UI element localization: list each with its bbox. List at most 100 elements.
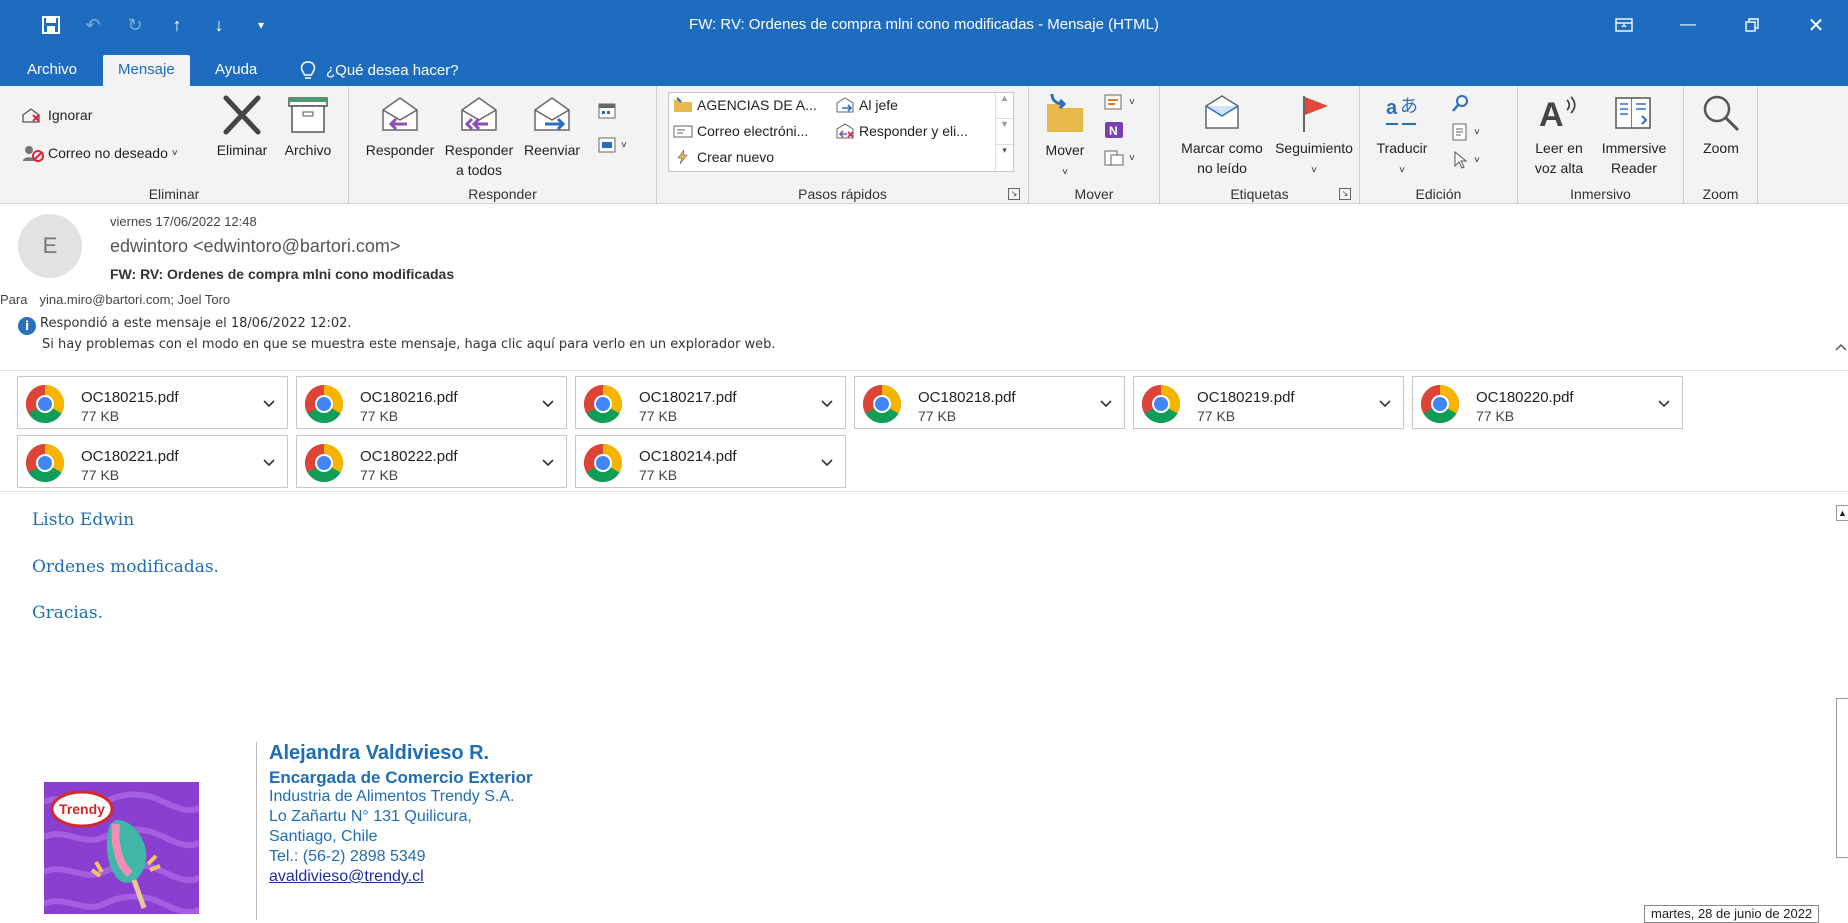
quicksteps-scrollbar[interactable]: ▲ ▼ ▾ xyxy=(995,93,1013,171)
attachment-item[interactable]: OC180219.pdf 77 KB xyxy=(1133,376,1404,429)
info-icon: i xyxy=(18,317,36,335)
chevron-down-icon[interactable] xyxy=(538,452,558,472)
quickstep-crear-nuevo[interactable]: Crear nuevo xyxy=(673,149,774,165)
chevron-down-icon: ˅ xyxy=(1062,167,1068,178)
chevron-down-icon[interactable] xyxy=(1375,393,1395,413)
actions-icon xyxy=(1104,150,1124,166)
attachment-size: 77 KB xyxy=(639,467,678,483)
archive-button[interactable]: Archivo xyxy=(276,94,340,160)
attachment-name: OC180216.pdf xyxy=(360,389,458,406)
restore-icon[interactable] xyxy=(1720,0,1784,50)
chrome-icon xyxy=(583,384,623,424)
close-icon[interactable]: ✕ xyxy=(1784,0,1848,50)
immersive-reader-icon xyxy=(1615,97,1651,129)
signature-email-link[interactable]: avaldivieso@trendy.cl xyxy=(269,868,424,886)
date-tooltip: martes, 28 de junio de 2022 xyxy=(1644,905,1820,923)
attachment-item[interactable]: OC180222.pdf 77 KB xyxy=(296,435,567,488)
quickstep-al-jefe[interactable]: Al jefe xyxy=(835,97,898,113)
read-aloud-button[interactable]: A Leer en voz alta xyxy=(1526,92,1592,178)
title-bar: ↶ ↻ ↑ ↓ ▾ FW: RV: Ordenes de compra mlni… xyxy=(0,0,1848,50)
chevron-down-icon[interactable] xyxy=(1096,393,1116,413)
cursor-icon xyxy=(1454,150,1468,169)
mark-unread-button[interactable]: Marcar como no leído xyxy=(1172,92,1272,178)
body-line-3: Gracias. xyxy=(32,603,104,623)
ribbon-display-options-icon[interactable] xyxy=(1592,0,1656,50)
meeting-reply-button[interactable] xyxy=(597,102,617,120)
ribbon: Ignorar Correo no deseado ˅ Eliminar Arc… xyxy=(0,86,1848,204)
info-bar[interactable]: i Respondió a este mensaje el 18/06/2022 … xyxy=(18,314,776,354)
signature-address: Lo Zañartu N° 131 Quilicura, xyxy=(269,808,472,825)
minimize-icon[interactable]: — xyxy=(1656,0,1720,50)
rules-icon xyxy=(1104,94,1122,110)
junk-button[interactable]: Correo no deseado ˅ xyxy=(22,144,178,162)
to-recipients[interactable]: yina.miro@bartori.com; Joel Toro xyxy=(39,292,230,307)
tab-archivo[interactable]: Archivo xyxy=(12,55,92,86)
etiquetas-launcher-icon[interactable]: ↘ xyxy=(1339,188,1351,200)
scroll-up-icon[interactable]: ▲ xyxy=(996,93,1013,119)
immersive-reader-button[interactable]: Immersive Reader xyxy=(1592,92,1676,178)
forward-button[interactable]: Reenviar xyxy=(519,94,585,160)
message-header: E viernes 17/06/2022 12:48 edwintoro <ed… xyxy=(0,204,1848,370)
tell-me-label: ¿Qué desea hacer? xyxy=(326,61,459,79)
chevron-down-icon[interactable] xyxy=(817,393,837,413)
onenote-button[interactable]: N xyxy=(1103,120,1125,140)
group-responder: Responder Responder a todos Reenviar ˅ R… xyxy=(349,86,657,204)
attachment-name: OC180215.pdf xyxy=(81,389,179,406)
more-respond-button[interactable]: ˅ xyxy=(597,136,627,154)
attachment-item[interactable]: OC180217.pdf 77 KB xyxy=(575,376,846,429)
chrome-icon xyxy=(304,384,344,424)
avatar: E xyxy=(18,214,82,278)
reply-all-button[interactable]: Responder a todos xyxy=(439,94,519,180)
tab-mensaje[interactable]: Mensaje xyxy=(103,55,190,86)
chevron-down-icon[interactable] xyxy=(817,452,837,472)
signature-divider xyxy=(256,742,257,920)
tab-ayuda[interactable]: Ayuda xyxy=(200,55,272,86)
quickstep-responder-eliminar[interactable]: Responder y eli... xyxy=(835,123,968,139)
chevron-down-icon[interactable] xyxy=(259,452,279,472)
chevron-down-icon[interactable] xyxy=(259,393,279,413)
lightbulb-icon xyxy=(300,60,316,79)
rules-button[interactable]: ˅ xyxy=(1103,92,1135,112)
lightning-icon xyxy=(677,149,688,165)
attachment-item[interactable]: OC180218.pdf 77 KB xyxy=(854,376,1125,429)
reply-button[interactable]: Responder xyxy=(361,94,439,160)
attachment-item[interactable]: OC180221.pdf 77 KB xyxy=(17,435,288,488)
delete-button[interactable]: Eliminar xyxy=(208,94,276,160)
trendy-logo: Trendy xyxy=(42,782,202,916)
signature-name: Alejandra Valdivieso R. xyxy=(269,742,490,764)
chevron-down-icon: ˅ xyxy=(1311,165,1317,176)
follow-up-button[interactable]: Seguimiento ˅ xyxy=(1272,92,1356,181)
tell-me-search[interactable]: ¿Qué desea hacer? xyxy=(300,55,459,86)
chevron-down-icon[interactable] xyxy=(1654,393,1674,413)
group-label-inmersivo: Inmersivo xyxy=(1570,186,1631,202)
quickstep-correo[interactable]: Correo electróni... xyxy=(673,123,808,139)
read-aloud-icon: A xyxy=(1539,96,1576,134)
actions-button[interactable]: ˅ xyxy=(1103,148,1135,168)
scroll-up-icon[interactable]: ▲ xyxy=(1836,505,1848,521)
signature-city: Santiago, Chile xyxy=(269,828,378,845)
quickstep-agencias[interactable]: AGENCIAS DE A... xyxy=(673,97,817,113)
quicksteps-launcher-icon[interactable]: ↘ xyxy=(1008,188,1020,200)
related-button[interactable]: ˅ xyxy=(1450,122,1480,142)
find-button[interactable] xyxy=(1450,94,1470,114)
select-button[interactable]: ˅ xyxy=(1450,150,1480,170)
chrome-icon xyxy=(304,443,344,483)
move-button[interactable]: Mover ˅ xyxy=(1039,92,1091,183)
collapse-header-icon[interactable] xyxy=(1834,342,1848,352)
view-in-browser-info[interactable]: Si hay problemas con el modo en que se m… xyxy=(18,335,776,354)
attachment-item[interactable]: OC180220.pdf 77 KB xyxy=(1412,376,1683,429)
message-from[interactable]: edwintoro <edwintoro@bartori.com> xyxy=(110,236,400,257)
gallery-more-icon[interactable]: ▾ xyxy=(996,145,1013,169)
scroll-down-icon[interactable]: ▼ xyxy=(996,119,1013,145)
scroll-thumb[interactable] xyxy=(1836,698,1848,858)
attachment-item[interactable]: OC180215.pdf 77 KB xyxy=(17,376,288,429)
attachment-size: 77 KB xyxy=(639,408,678,424)
ignore-button[interactable]: Ignorar xyxy=(22,106,92,124)
attachment-size: 77 KB xyxy=(1197,408,1236,424)
body-scrollbar[interactable]: ▲ xyxy=(1836,505,1848,858)
zoom-button[interactable]: Zoom xyxy=(1688,92,1754,158)
attachment-item[interactable]: OC180216.pdf 77 KB xyxy=(296,376,567,429)
attachment-item[interactable]: OC180214.pdf 77 KB xyxy=(575,435,846,488)
translate-button[interactable]: aあ Traducir ˅ xyxy=(1368,92,1436,181)
chevron-down-icon[interactable] xyxy=(538,393,558,413)
